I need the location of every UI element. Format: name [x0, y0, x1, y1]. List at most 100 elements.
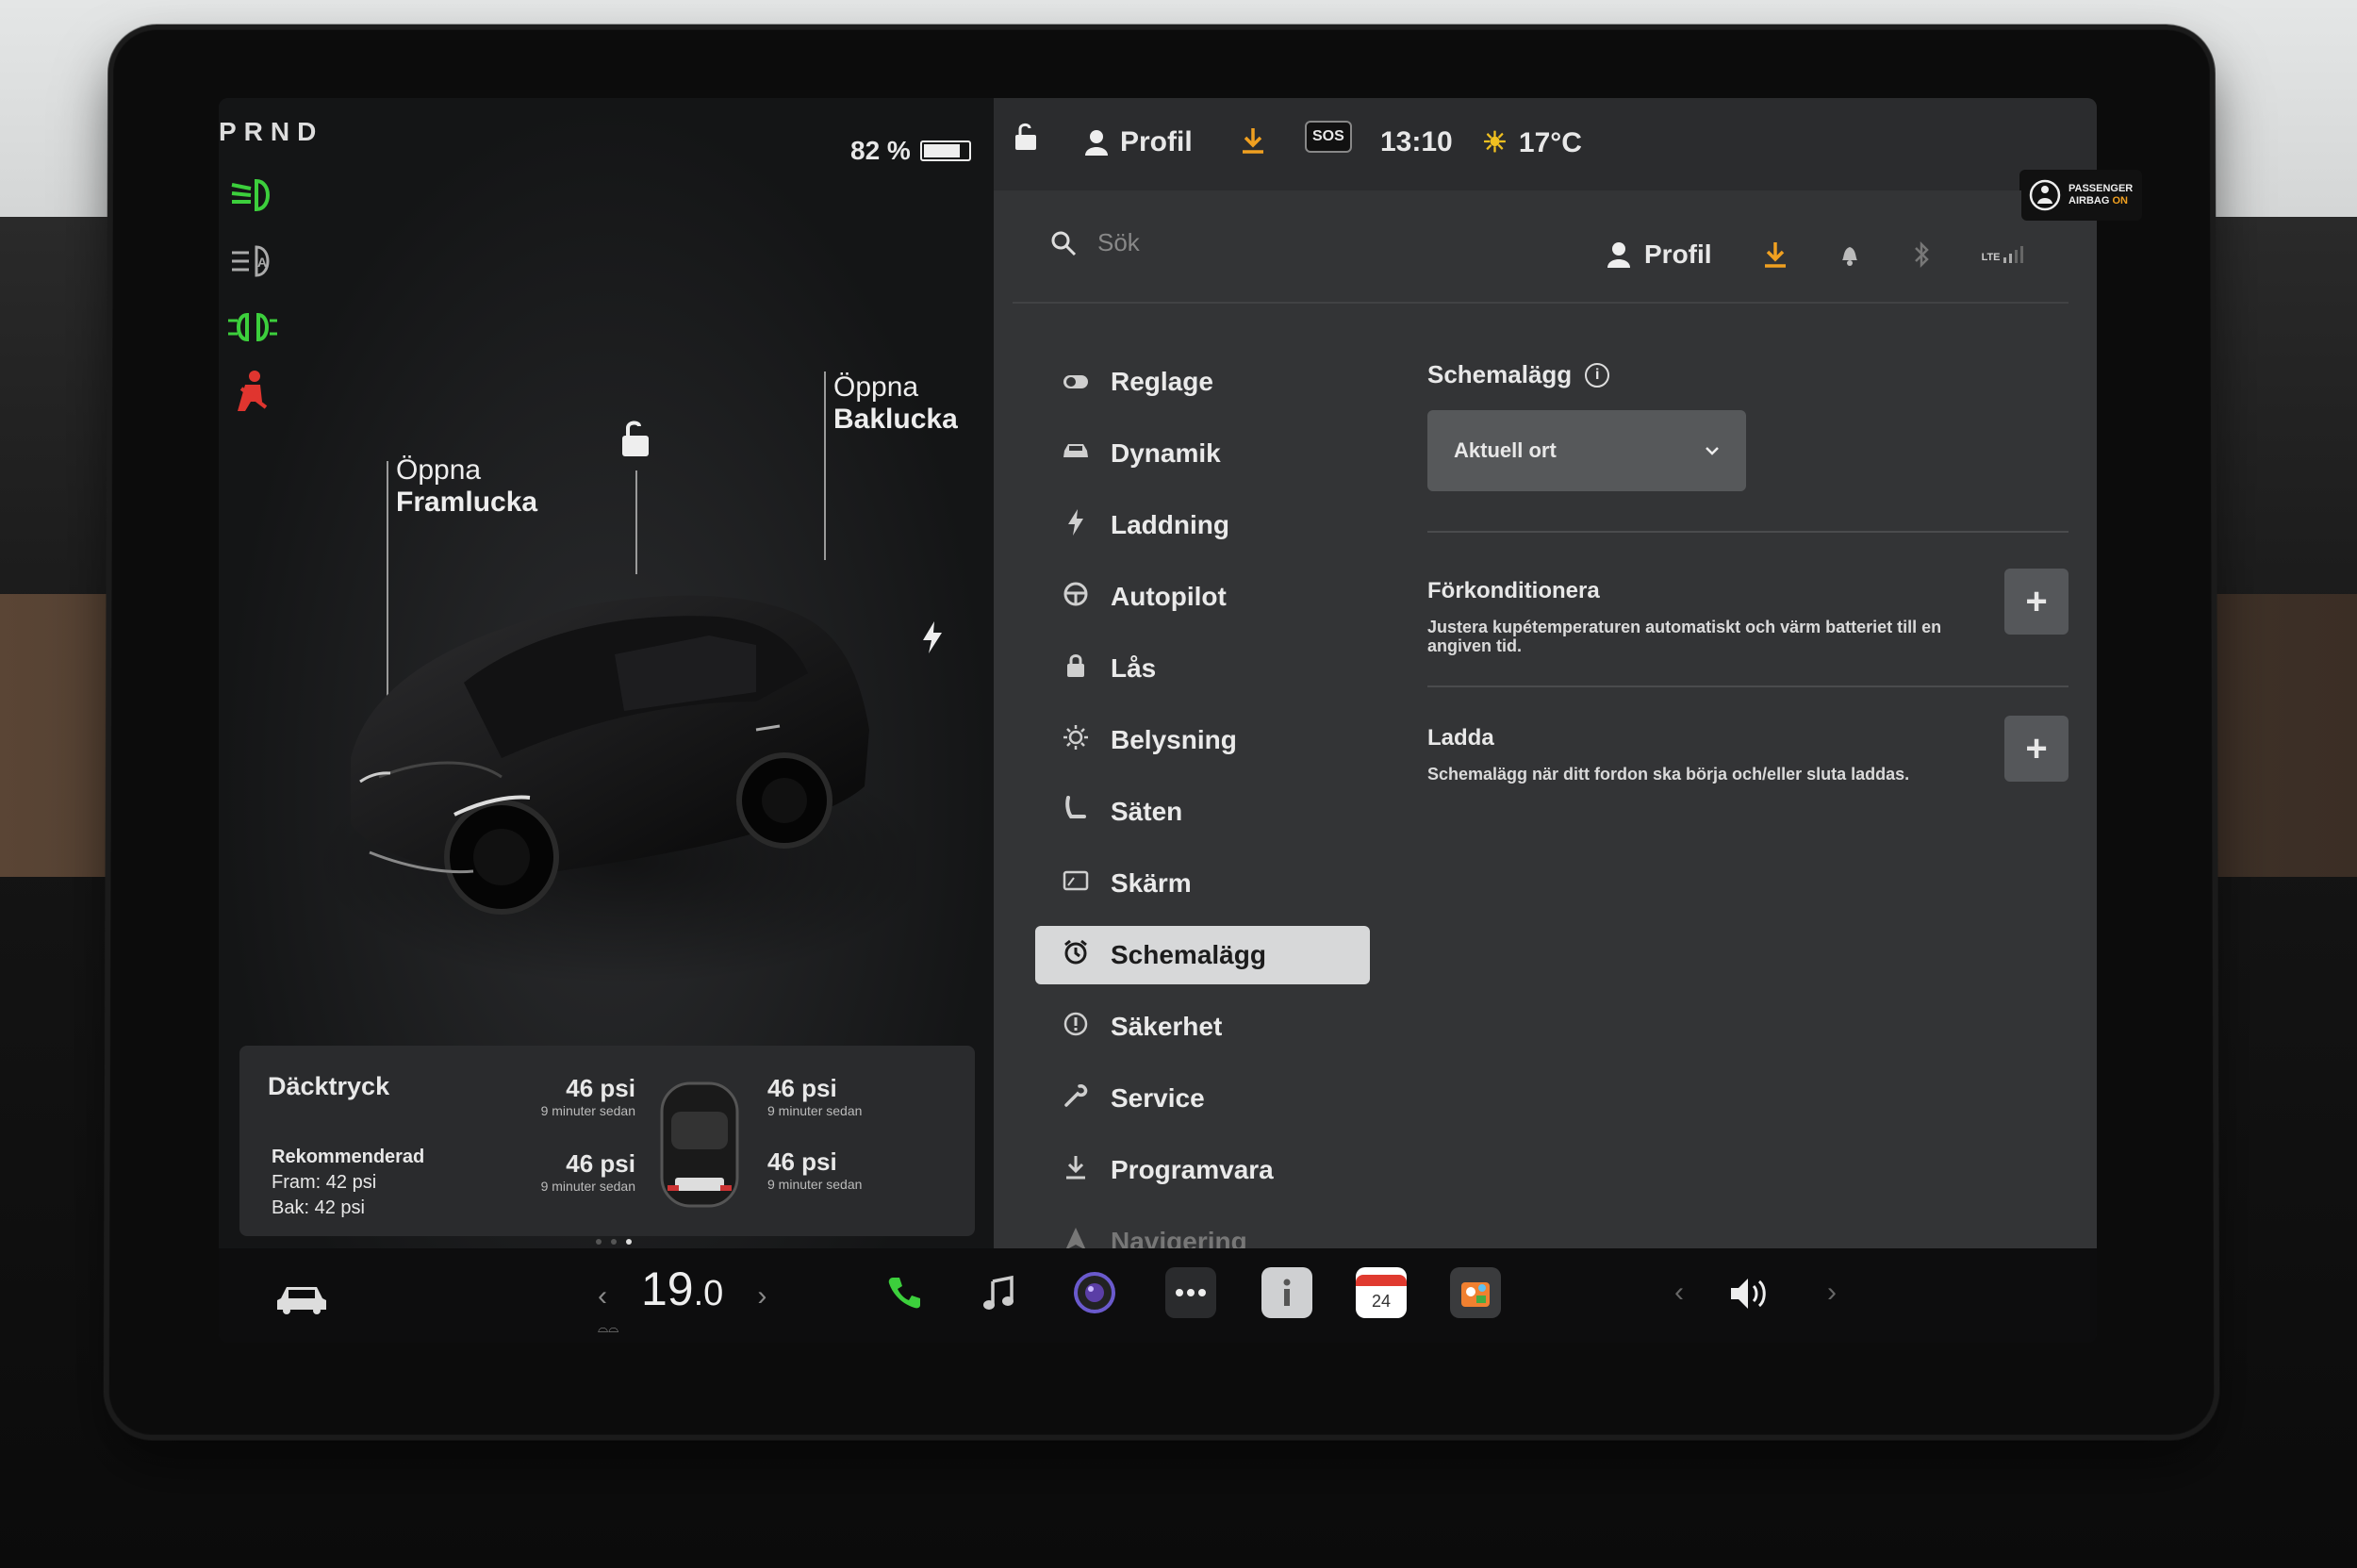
- toybox-icon[interactable]: [1450, 1267, 1501, 1318]
- download-icon[interactable]: [1763, 240, 1788, 269]
- location-dropdown[interactable]: Aktuell ort: [1427, 410, 1746, 491]
- card-pagination[interactable]: [596, 1239, 632, 1245]
- profile-icon: [1607, 242, 1630, 268]
- menu-item-programvara[interactable]: Programvara: [1035, 1141, 1370, 1199]
- unlock-icon[interactable]: [617, 419, 654, 458]
- camera-icon[interactable]: [1069, 1267, 1120, 1318]
- lte-label: LTE: [1981, 252, 2001, 263]
- frunk-label-1: Öppna: [396, 454, 482, 486]
- fog-light-icon: [224, 305, 281, 349]
- volume-down-chevron-icon[interactable]: ‹: [1674, 1277, 1684, 1309]
- music-icon[interactable]: [973, 1267, 1024, 1318]
- status-unlock-icon[interactable]: [1013, 123, 1039, 151]
- menu-item-label: Säkerhet: [1111, 1012, 1223, 1041]
- tire-pressure-title: Däcktryck: [268, 1072, 390, 1100]
- menu-item-schemalagg[interactable]: Schemalägg: [1035, 926, 1370, 984]
- tire-pressure-card[interactable]: Däcktryck Rekommenderad Fram: 42 psi Bak…: [239, 1046, 975, 1236]
- status-profile-button[interactable]: Profil: [1084, 126, 1193, 158]
- clock: 13:10: [1380, 126, 1453, 158]
- car-icon[interactable]: [275, 1282, 328, 1325]
- header-profile-label: Profil: [1644, 239, 1712, 269]
- menu-item-label: Skärm: [1111, 868, 1192, 898]
- page-dot[interactable]: [611, 1239, 617, 1245]
- precondition-description: Justera kupétemperaturen automatiskt och…: [1427, 618, 1942, 655]
- svg-text:A: A: [257, 255, 267, 270]
- charge-port-icon[interactable]: [921, 621, 944, 662]
- page-dot[interactable]: [596, 1239, 602, 1245]
- menu-item-dynamik[interactable]: Dynamik: [1035, 424, 1370, 483]
- cabin-temp-integer: 19: [641, 1263, 694, 1315]
- search-placeholder: Sök: [1097, 228, 1140, 256]
- tire-fl-age: 9 minuter sedan: [540, 1103, 635, 1118]
- tire-rr-age: 9 minuter sedan: [767, 1177, 863, 1192]
- header-profile-button[interactable]: Profil: [1607, 239, 1712, 270]
- manual-icon[interactable]: [1261, 1267, 1312, 1318]
- car-icon: [1060, 438, 1092, 469]
- bluetooth-icon[interactable]: [1912, 240, 1931, 269]
- search-field[interactable]: Sök: [1050, 228, 1140, 257]
- tire-rear-left: 46 psi 9 minuter sedan: [513, 1149, 635, 1194]
- battery-icon: [919, 140, 971, 161]
- sos-button[interactable]: SOS: [1305, 121, 1352, 153]
- menu-item-saten[interactable]: Säten: [1035, 783, 1370, 841]
- outside-temperature: ☀ 17°C: [1482, 126, 1582, 159]
- temp-up-chevron-icon[interactable]: ›: [757, 1280, 766, 1312]
- download-icon: [1060, 1154, 1092, 1187]
- bolt-icon: [1060, 508, 1092, 542]
- search-icon: [1051, 231, 1077, 256]
- menu-item-label: Lås: [1111, 653, 1157, 683]
- trunk-label-2: Baklucka: [833, 404, 958, 435]
- battery-indicator: 82 %: [850, 136, 971, 166]
- menu-item-label: Laddning: [1111, 510, 1229, 539]
- sos-label: SOS: [1305, 121, 1352, 153]
- open-frunk-button[interactable]: Öppna Framlucka: [396, 454, 537, 519]
- display-icon: [1060, 868, 1092, 899]
- menu-item-label: Autopilot: [1111, 582, 1227, 611]
- section-divider: [1427, 685, 2069, 687]
- airbag-icon: [2029, 179, 2061, 211]
- menu-item-las[interactable]: Lås: [1035, 639, 1370, 698]
- calendar-icon[interactable]: 24: [1356, 1267, 1407, 1318]
- tire-rear-right: 46 psi 9 minuter sedan: [767, 1147, 937, 1192]
- chevron-down-icon: [1706, 447, 1719, 455]
- precondition-row: Förkonditionera Justera kupétemperaturen…: [1427, 569, 2069, 663]
- seatbelt-warning-icon: [224, 370, 281, 413]
- phone-icon[interactable]: [879, 1267, 930, 1318]
- volume-up-chevron-icon[interactable]: ›: [1827, 1277, 1837, 1309]
- seat-heater-icon[interactable]: ⌓⌓: [598, 1320, 618, 1336]
- open-trunk-button[interactable]: Öppna Baklucka: [833, 371, 958, 436]
- lte-signal-icon: LTE: [1982, 246, 2023, 263]
- add-charge-schedule-button[interactable]: +: [2004, 716, 2069, 782]
- frunk-label-2: Framlucka: [396, 487, 538, 518]
- page-dot-active[interactable]: [626, 1239, 632, 1245]
- schedule-panel: Schemalägg i Aktuell ort Förkonditionera…: [1427, 360, 2069, 810]
- alarm-clock-icon: [1060, 939, 1092, 972]
- menu-item-autopilot[interactable]: Autopilot: [1035, 568, 1370, 626]
- volume-icon[interactable]: [1727, 1275, 1772, 1322]
- tire-fr-age: 9 minuter sedan: [767, 1103, 863, 1118]
- menu-item-reglage[interactable]: Reglage: [1035, 353, 1370, 411]
- bell-icon[interactable]: [1838, 241, 1861, 268]
- menu-item-service[interactable]: Service: [1035, 1069, 1370, 1128]
- status-download-icon[interactable]: [1241, 126, 1265, 155]
- cabin-temperature-control[interactable]: ‹ 19 .0 ›: [564, 1262, 800, 1316]
- more-apps-icon[interactable]: [1165, 1267, 1216, 1318]
- menu-item-skarm[interactable]: Skärm: [1035, 854, 1370, 913]
- menu-item-sakerhet[interactable]: Säkerhet: [1035, 998, 1370, 1056]
- menu-item-belysning[interactable]: Belysning: [1035, 711, 1370, 769]
- toggle-icon: [1060, 367, 1092, 397]
- sun-icon: [1060, 724, 1092, 757]
- recommended-label: Rekommenderad: [272, 1147, 425, 1167]
- steering-wheel-icon: [1060, 581, 1092, 614]
- bottom-dock: ‹ 19 .0 › ⌓⌓ 24 ‹ ›: [219, 1248, 2097, 1343]
- info-icon[interactable]: i: [1585, 362, 1610, 388]
- clock-time: 13:10: [1380, 126, 1453, 157]
- header-divider: [1013, 302, 2069, 304]
- temp-down-chevron-icon[interactable]: ‹: [598, 1280, 607, 1312]
- add-precondition-button[interactable]: +: [2004, 569, 2069, 635]
- menu-item-laddning[interactable]: Laddning: [1035, 496, 1370, 554]
- tire-fr-value: 46 psi: [767, 1074, 837, 1102]
- tire-rr-value: 46 psi: [767, 1147, 837, 1176]
- tire-front-right: 46 psi 9 minuter sedan: [767, 1074, 937, 1118]
- airbag-state: ON: [2112, 195, 2128, 206]
